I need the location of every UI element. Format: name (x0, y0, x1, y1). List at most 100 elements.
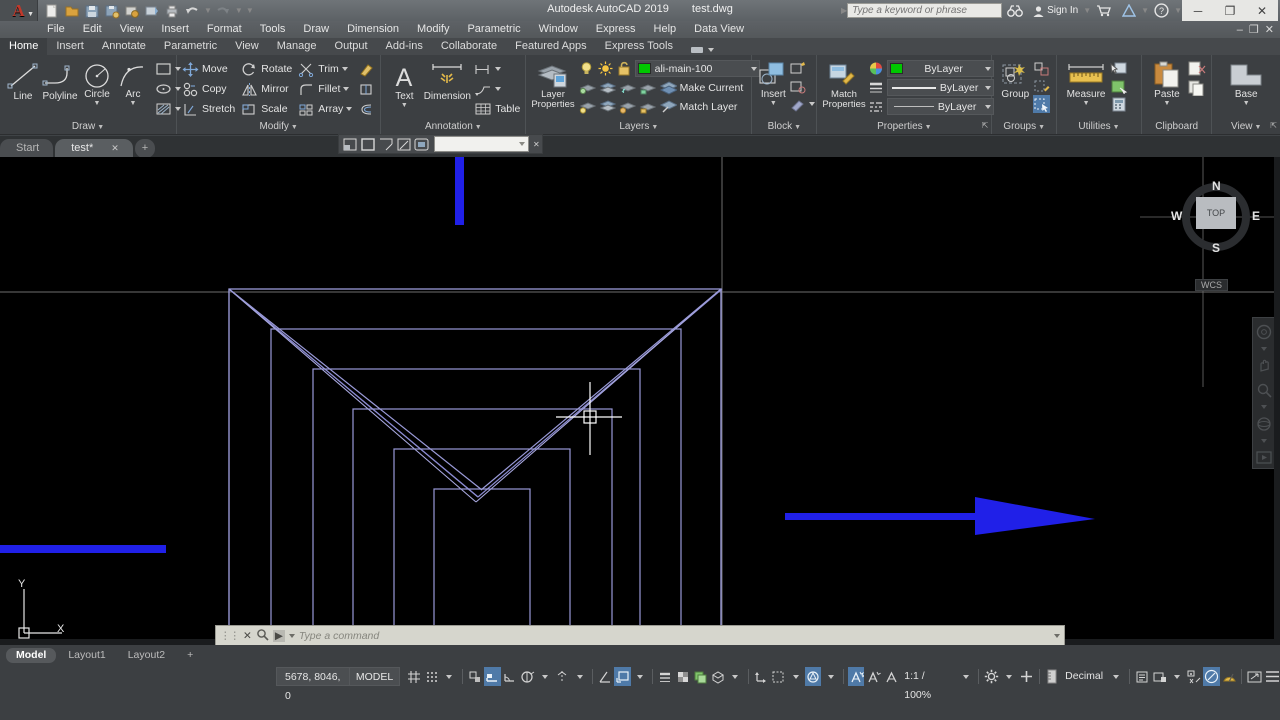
chevron-down-icon[interactable]: ▼ (27, 11, 34, 18)
tab-output[interactable]: Output (326, 38, 377, 55)
add-toolbar-icon[interactable] (1018, 667, 1034, 686)
view-expand-icon[interactable]: ⇱ (1270, 119, 1277, 133)
new-icon[interactable] (44, 3, 61, 19)
plot-preview-icon[interactable] (124, 3, 141, 19)
otrack-dropdown-icon[interactable] (571, 667, 587, 686)
modify-erase-button[interactable] (358, 59, 375, 79)
quick-select-button[interactable] (1110, 59, 1128, 77)
layer-selector[interactable]: ali-main-100 (634, 60, 760, 77)
command-grip-icon[interactable]: ⋮⋮ (220, 630, 240, 642)
lineweight-selector[interactable]: ByLayer (886, 79, 994, 96)
osnap-dropdown-icon[interactable] (536, 667, 552, 686)
cart-icon[interactable] (1091, 0, 1117, 21)
redo-icon[interactable] (215, 3, 232, 19)
gear-icon[interactable] (983, 667, 999, 686)
annotation-dimension-button[interactable]: Dimension (422, 59, 472, 102)
block-editor-button[interactable] (789, 95, 816, 113)
tab-express-tools[interactable]: Express Tools (596, 38, 682, 55)
vertical-scrollbar[interactable] (1274, 157, 1280, 645)
tab-featured-apps[interactable]: Featured Apps (506, 38, 596, 55)
tab-manage[interactable]: Manage (268, 38, 326, 55)
color-selector[interactable]: ByLayer (886, 60, 994, 77)
doc-close-button[interactable]: ✕ (1265, 23, 1274, 36)
layout-tab-layout2[interactable]: Layout2 (118, 648, 175, 663)
ribbon-panel-block-title[interactable]: Block ▼ (754, 120, 814, 134)
dyninput-dropdown-icon[interactable] (632, 667, 648, 686)
menu-item-help[interactable]: Help (645, 21, 686, 38)
object-snap-icon[interactable] (519, 667, 535, 686)
snap-mode-icon[interactable] (424, 667, 440, 686)
group-selection-toggle[interactable] (1033, 95, 1051, 113)
clean-screen-icon[interactable] (1246, 667, 1262, 686)
command-input[interactable]: Type a command (299, 630, 1050, 642)
annotation-table-button[interactable]: Table (474, 99, 520, 119)
file-tab-start[interactable]: Start (0, 139, 54, 158)
chevron-down-icon[interactable]: ▼ (794, 124, 801, 131)
lineweight-dropdown-icon[interactable] (984, 85, 991, 90)
group-button[interactable]: Group (997, 59, 1033, 100)
quick-properties-icon[interactable] (1134, 667, 1150, 686)
chevron-down-icon[interactable]: ▼ (291, 124, 298, 131)
chevron-down-icon[interactable]: ▼ (1038, 124, 1045, 131)
saveas-icon[interactable] (104, 3, 121, 19)
search-input[interactable] (847, 3, 1003, 18)
viewcube-west-label[interactable]: W (1171, 209, 1182, 223)
chevron-down-icon[interactable] (519, 142, 525, 146)
text-dropdown-icon[interactable]: ▼ (401, 102, 408, 109)
autodesk-chevron-icon[interactable]: ▼ (1141, 6, 1149, 15)
ribbon-panel-draw-title[interactable]: Draw ▼ (2, 120, 174, 134)
command-close-icon[interactable]: ✕ (243, 630, 252, 642)
layout-tab-layout1[interactable]: Layout1 (58, 648, 115, 663)
viewcube-face-top[interactable]: TOP (1196, 197, 1236, 229)
wheel-dropdown-icon[interactable] (1254, 346, 1274, 353)
tab-view[interactable]: View (226, 38, 268, 55)
block-insert-button[interactable]: Insert ▼ (757, 59, 789, 107)
menu-item-draw[interactable]: Draw (294, 21, 338, 38)
menu-item-edit[interactable]: Edit (74, 21, 111, 38)
new-layout-button[interactable]: + (177, 648, 203, 663)
ribbon-panel-clipboard-title[interactable]: Clipboard (1144, 120, 1209, 134)
draw-polyline-button[interactable]: Polyline (41, 59, 79, 102)
command-line[interactable]: ⋮⋮ ✕ ▶ Type a command (215, 625, 1065, 647)
block-edit-button[interactable] (789, 77, 815, 95)
quick-calc-button[interactable] (1110, 95, 1128, 113)
modify-explode-button[interactable] (358, 79, 375, 99)
dynamic-ucs-icon[interactable] (597, 667, 613, 686)
view-cube[interactable]: TOP N S E W WCS (1168, 169, 1264, 291)
tab-home[interactable]: Home (0, 38, 48, 55)
lock-ui-icon[interactable] (1151, 667, 1167, 686)
menu-item-tools[interactable]: Tools (251, 21, 295, 38)
modify-stretch-button[interactable]: Stretch (182, 99, 235, 119)
draw-line-button[interactable]: Line (5, 59, 41, 102)
modify-array-button[interactable]: Array (298, 99, 353, 119)
dimlinear-dropdown-icon[interactable] (495, 67, 502, 71)
zoom-icon[interactable] (1254, 380, 1274, 401)
leader-dropdown-icon[interactable] (495, 87, 502, 91)
linetype-dropdown-icon[interactable] (984, 104, 991, 109)
tab-collaborate[interactable]: Collaborate (432, 38, 506, 55)
ribbon-panel-properties-title[interactable]: Properties ▼ ⇱ (819, 120, 989, 134)
undo-icon[interactable] (184, 3, 201, 19)
modify-rotate-button[interactable]: Rotate (241, 59, 292, 79)
file-tab-test[interactable]: test* ✕ (55, 139, 133, 158)
isolate-dropdown-icon[interactable] (822, 667, 838, 686)
draw-circle-dropdown-icon[interactable]: ▼ (94, 100, 101, 107)
orbit-dropdown-icon[interactable] (1254, 437, 1274, 444)
ribbon-panel-annotation-title[interactable]: Annotation ▼ (383, 120, 523, 134)
steering-wheel-icon[interactable] (1254, 322, 1274, 343)
maximize-button[interactable]: ❐ (1214, 0, 1246, 21)
dynamic-input-icon[interactable] (614, 667, 631, 686)
print-icon[interactable] (164, 3, 181, 19)
modify-trim-button[interactable]: Trim (298, 59, 352, 79)
measure-button[interactable]: Measure ▼ (1062, 59, 1110, 107)
autodesk-app-icon[interactable] (1117, 0, 1141, 21)
doc-restore-button[interactable]: ❐ (1249, 23, 1259, 36)
polar-tracking-icon[interactable] (502, 667, 518, 686)
model-space-button[interactable]: MODEL (349, 667, 401, 686)
help-chevron-icon[interactable]: ▼ (1174, 6, 1182, 15)
chevron-down-icon[interactable]: ▼ (651, 124, 658, 131)
isolate-icon[interactable] (395, 136, 412, 152)
chevron-down-icon[interactable] (707, 48, 714, 52)
annotation-leader-button[interactable] (474, 79, 520, 99)
tab-parametric[interactable]: Parametric (155, 38, 226, 55)
